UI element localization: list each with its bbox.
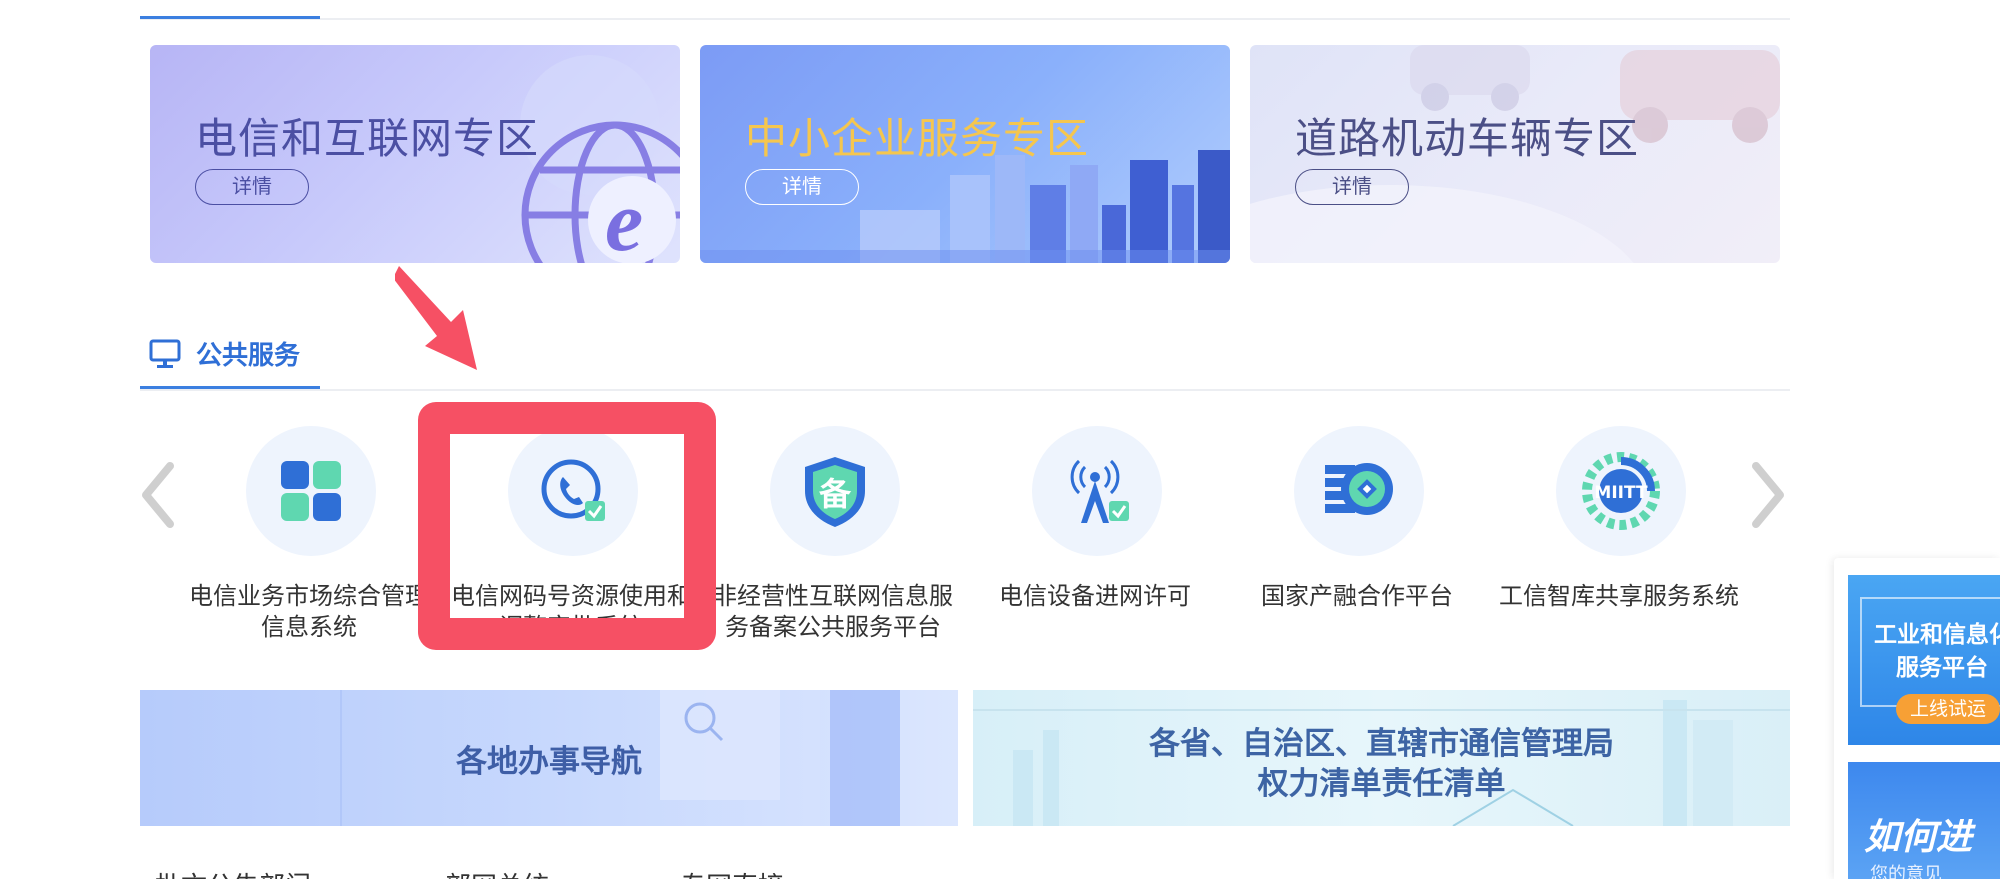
service-label: 工信智库共享服务系统: [1499, 582, 1739, 610]
banner-title-line1: 各省、自治区、直辖市通信管理局: [1149, 726, 1614, 762]
service-icon-circle: [508, 426, 638, 556]
monitor-icon: [149, 339, 181, 368]
bottom-tab-1[interactable]: 批文公告部门: [155, 866, 311, 879]
zone-card-road-vehicles[interactable]: 道路机动车辆专区 详情: [1250, 45, 1780, 263]
top-tab-indicator: [140, 16, 320, 19]
service-item-icp-filing[interactable]: 备 非经营性互联网信息服务备案公共服务平台: [702, 426, 964, 666]
service-label: 国家产融合作平台: [1261, 582, 1453, 610]
banner-local-service-nav[interactable]: 各地办事导航: [140, 690, 958, 826]
pointer-arrow-icon: [395, 266, 477, 370]
banner-title: 各地办事导航: [456, 744, 642, 780]
service-icon-circle: MIITT: [1556, 426, 1686, 556]
promo-line2: 服务平台: [1896, 655, 1988, 681]
coin-stack-icon: [1325, 463, 1393, 515]
service-icon-circle: [246, 426, 376, 556]
service-label: 电信网码号资源使用和调整审批系统: [451, 582, 691, 641]
howto-title: 如何进: [1864, 817, 1973, 858]
section-title: 公共服务: [196, 340, 301, 371]
service-item-think-tank[interactable]: MIITT 工信智库共享服务系统: [1488, 426, 1750, 666]
bottom-tab-3[interactable]: 专网直接: [680, 866, 784, 879]
zone-title: 中小企业服务专区: [745, 114, 1090, 163]
zone-title: 道路机动车辆专区: [1295, 114, 1640, 163]
zone-card-sme[interactable]: 中小企业服务专区 详情: [700, 45, 1230, 263]
service-item-industry-finance[interactable]: 国家产融合作平台: [1226, 426, 1488, 666]
side-howto-entry[interactable]: 如何进 您的意见: [1848, 762, 2000, 879]
signal-tower-icon: [1070, 459, 1129, 523]
service-item-telecom-market[interactable]: 电信业务市场综合管理信息系统: [178, 426, 440, 666]
service-icon-circle: [1294, 426, 1424, 556]
public-services-header[interactable]: 公共服务: [140, 333, 300, 373]
svg-text:e: e: [605, 173, 643, 263]
details-button[interactable]: 详情: [745, 169, 859, 205]
side-promo-platform[interactable]: 工业和信息化 服务平台 上线试运: [1848, 575, 2000, 745]
carousel-next-arrow[interactable]: [1748, 460, 1788, 530]
zone-title: 电信和互联网专区: [195, 114, 540, 163]
section-tab-indicator: [140, 386, 320, 389]
service-item-device-license[interactable]: 电信设备进网许可: [964, 426, 1226, 666]
svg-text:备: 备: [819, 475, 852, 513]
service-icon-circle: [1032, 426, 1162, 556]
promo-line1: 工业和信息化: [1874, 622, 2000, 648]
details-button[interactable]: 详情: [1295, 169, 1409, 205]
bottom-tab-2[interactable]: 部网总统: [445, 866, 549, 879]
service-label: 非经营性互联网信息服务备案公共服务平台: [713, 582, 953, 641]
service-icon-circle: 备: [770, 426, 900, 556]
svg-text:MIITT: MIITT: [1594, 483, 1648, 503]
shield-bei-icon: 备: [805, 457, 865, 527]
top-divider: [140, 18, 1790, 20]
service-item-number-resources[interactable]: 电信网码号资源使用和调整审批系统: [440, 426, 702, 666]
zone-card-telecom[interactable]: e 电信和互联网专区 详情: [150, 45, 680, 263]
phone-check-icon: [541, 459, 605, 521]
howto-subtitle: 您的意见: [1870, 864, 1942, 879]
details-button[interactable]: 详情: [195, 169, 309, 205]
apps-grid-icon: [281, 461, 341, 521]
banner-power-list[interactable]: 各省、自治区、直辖市通信管理局 权力清单责任清单: [973, 690, 1790, 826]
banner-title-line2: 权力清单责任清单: [1257, 766, 1506, 802]
service-label: 电信设备进网许可: [999, 582, 1191, 610]
banner-title: 各省、自治区、直辖市通信管理局 权力清单责任清单: [973, 724, 1790, 804]
gear-miitt-icon: MIITT: [1582, 452, 1660, 530]
section-divider: [140, 389, 1790, 391]
carousel-prev-arrow[interactable]: [138, 460, 178, 530]
promo-badge: 上线试运: [1896, 694, 2000, 724]
service-label: 电信业务市场综合管理信息系统: [189, 582, 429, 641]
